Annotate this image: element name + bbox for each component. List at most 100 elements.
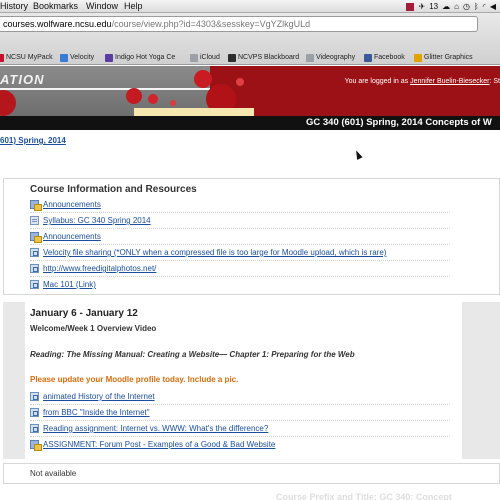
bookmark-label: iCloud [200,54,220,61]
banner-white-stripe [0,88,210,90]
link-icon [30,392,39,401]
bookmark-glitter[interactable]: Glitter Graphics [414,51,473,65]
resource-label: from BBC "Inside the Internet" [43,408,150,417]
banner-brand-text: ATION [0,72,45,87]
banner-circle [126,88,142,104]
bookmark-indigo-yoga[interactable]: Indigo Hot Yoga Ce [105,51,175,65]
divider [30,244,450,245]
resource-freedigitalphotos[interactable]: http://www.freedigitalphotos.net/ [30,264,156,273]
app-status-icon[interactable] [406,2,415,11]
course-title-bar: GC 340 (601) Spring, 2014 Concepts of W [0,116,500,130]
bookmark-label: NCSU MyPack [6,54,53,61]
resource-velocity[interactable]: Velocity file sharing (*ONLY when a comp… [30,248,386,257]
bluetooth-icon[interactable]: ᛒ [474,0,479,12]
bookmark-label: Glitter Graphics [424,54,473,61]
bookmark-ncvps[interactable]: NCVPS Blackboard [228,51,299,65]
divider [30,212,450,213]
bookmark-icon [60,54,68,62]
resource-internet-vs-www[interactable]: Reading assignment: Internet vs. WWW: Wh… [30,424,268,433]
cloud-icon[interactable]: ☁ [442,0,450,12]
bookmark-icon [364,54,372,62]
resource-bbc-inside[interactable]: from BBC "Inside the Internet" [30,408,150,417]
course-title: GC 340 (601) Spring, 2014 Concepts of W [306,117,492,128]
bookmark-facebook[interactable]: Facebook [364,51,405,65]
wifi-icon[interactable]: ◜ [483,0,486,12]
mouse-cursor-icon [353,149,363,160]
link-icon [30,408,39,417]
resource-label: Announcements [43,200,101,209]
url-path: /course/view.php?id=4303&sesskey=VgYZlkg… [111,19,311,29]
resource-label: Mac 101 (Link) [43,280,96,289]
bookmark-icon [105,54,113,62]
resource-label: http://www.freedigitalphotos.net/ [43,264,157,273]
login-prefix: You are logged in as [344,78,409,85]
login-info: You are logged in as Jennifer Buelin-Bie… [345,78,500,85]
section-title: Course Information and Resources [30,184,197,195]
dropbox-icon[interactable]: ✈ [418,0,425,12]
reading-assignment: Reading: The Missing Manual: Creating a … [30,350,355,359]
link-icon [30,248,39,257]
resource-syllabus[interactable]: Syllabus: GC 340 Spring 2014 [30,216,151,225]
divider [30,420,450,421]
timemachine-icon[interactable]: ◷ [463,0,470,12]
bookmark-icon [414,54,422,62]
forum-icon [30,232,42,243]
bookmark-label: Facebook [374,54,405,61]
url-host: courses.wolfware.ncsu.edu [3,19,112,29]
link-icon [30,280,39,289]
resource-announcements-2[interactable]: Announcements [30,232,101,243]
resource-label: Velocity file sharing (*ONLY when a comp… [43,248,387,257]
resource-announcements[interactable]: Announcements [30,200,101,211]
battery-count[interactable]: 13 [429,0,438,12]
bookmark-ncsu-mypack[interactable]: NCSU MyPack [0,51,53,65]
not-available-label: Not available [30,469,77,478]
resource-forum-assignment[interactable]: ASSIGNMENT: Forum Post - Examples of a G… [30,440,276,451]
resource-mac101[interactable]: Mac 101 (Link) [30,280,96,289]
banner-circle [170,100,176,106]
week-title: January 6 - January 12 [30,308,138,319]
address-bar[interactable]: courses.wolfware.ncsu.edu/course/view.ph… [0,16,478,32]
resource-label: animated History of the Internet [43,392,155,401]
link-icon [30,424,39,433]
week-subtitle: Welcome/Week 1 Overview Video [30,324,157,333]
resource-history-internet[interactable]: animated History of the Internet [30,392,155,401]
forum-icon [30,200,42,211]
bookmark-icon [190,54,198,62]
bookmarks-bar: NCSU MyPack Velocity Indigo Hot Yoga Ce … [0,51,500,65]
site-banner: ATION You are logged in as Jennifer Buel… [0,66,500,116]
unavailable-section [3,463,500,484]
banner-yellow-band [134,108,254,116]
bookmark-videography[interactable]: Videography [306,51,355,65]
menu-history[interactable]: History [0,0,28,12]
divider [30,276,450,277]
link-icon [30,264,39,273]
bookmark-icon [306,54,314,62]
banner-circle [236,78,244,86]
menu-help[interactable]: Help [124,0,143,12]
banner-circle [194,70,212,88]
resource-label: Reading assignment: Internet vs. WWW: Wh… [43,424,269,433]
file-icon [30,216,39,225]
menu-window[interactable]: Window [86,0,118,12]
bookmark-icloud[interactable]: iCloud [190,51,220,65]
volume-icon[interactable]: ◀ [490,0,496,12]
menu-bookmarks[interactable]: Bookmarks [33,0,78,12]
bookmark-label: NCVPS Blackboard [238,54,300,61]
mac-menu-bar: History Bookmarks Window Help ✈ 13 ☁ ⌂ ◷… [0,0,500,13]
divider [30,260,450,261]
bookmark-label: Indigo Hot Yoga Ce [115,54,176,61]
divider [30,436,450,437]
banner-circle [148,94,158,104]
bookmark-velocity[interactable]: Velocity [60,51,94,65]
forum-icon [30,440,42,451]
breadcrumb[interactable]: 601) Spring, 2014 [0,136,66,145]
resource-label: Syllabus: GC 340 Spring 2014 [43,216,151,225]
user-profile-link[interactable]: Jennifer Buelin-Biesecker [410,78,489,85]
home-icon[interactable]: ⌂ [454,0,459,12]
resource-label: Announcements [43,232,101,241]
footer-course-prefix: Course Prefix and Title: GC 340: Concept [276,492,452,500]
status-icons: ✈ 13 ☁ ⌂ ◷ ᛒ ◜ ◀ [406,0,500,12]
divider [30,228,450,229]
resource-label: ASSIGNMENT: Forum Post - Examples of a G… [43,440,276,449]
bookmark-label: Videography [316,54,356,61]
